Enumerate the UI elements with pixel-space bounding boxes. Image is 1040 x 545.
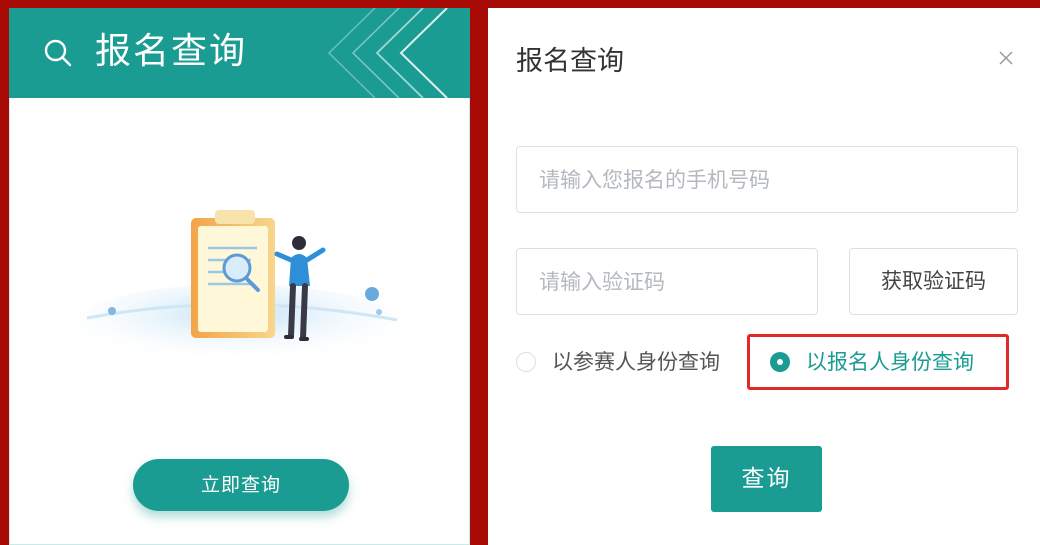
dialog-title: 报名查询 <box>516 46 624 77</box>
radio-participant[interactable]: 以参赛人身份查询 <box>516 342 736 382</box>
radio-registrant[interactable]: 以报名人身份查询 <box>770 342 1002 382</box>
left-card-header: 报名查询 <box>9 8 470 98</box>
get-code-button[interactable]: 获取验证码 <box>849 248 1018 315</box>
chevron-left-icon <box>327 8 448 98</box>
left-card: 报名查询 立即查询 <box>9 8 470 545</box>
document-search-illustration <box>72 210 402 368</box>
search-icon <box>44 39 72 67</box>
verification-code-input[interactable] <box>516 248 818 315</box>
query-button[interactable]: 查询 <box>711 446 822 512</box>
close-icon[interactable] <box>996 48 1016 68</box>
radio-registrant-label: 以报名人身份查询 <box>806 350 974 374</box>
query-dialog: 报名查询 获取验证码 以参赛人身份查询 以报名人身份查询 查询 <box>488 8 1040 545</box>
start-query-button[interactable]: 立即查询 <box>133 459 349 511</box>
phone-input[interactable] <box>516 146 1018 213</box>
radio-participant-label: 以参赛人身份查询 <box>552 350 720 374</box>
left-card-title: 报名查询 <box>95 31 248 72</box>
radio-checked-icon <box>770 352 790 372</box>
radio-unchecked-icon <box>516 352 536 372</box>
